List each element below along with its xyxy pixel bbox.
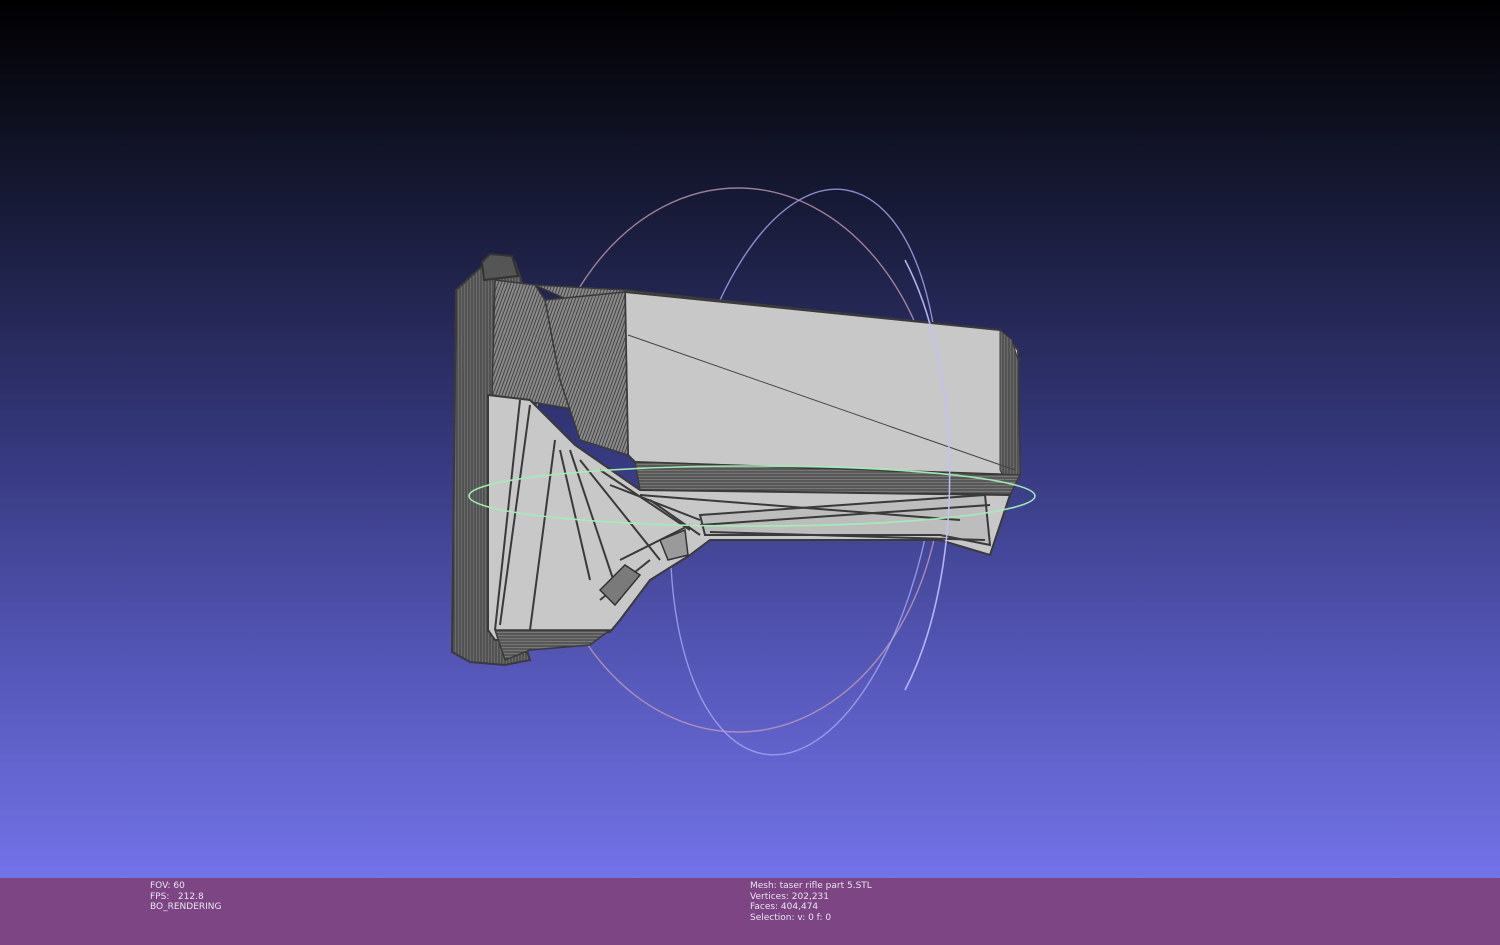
render-info: FOV: 60 FPS: 212.8 BO_RENDERING — [150, 881, 222, 913]
mesh-info: Mesh: taser rifle part 5.STL Vertices: 2… — [750, 881, 872, 923]
render-mode-readout: BO_RENDERING — [150, 902, 222, 912]
mesh-scene[interactable] — [0, 0, 1500, 878]
fps-readout: FPS: 212.8 — [150, 891, 204, 902]
mesh-model — [450, 252, 1022, 667]
vertices-readout: Vertices: 202,231 — [750, 891, 830, 902]
3d-viewport[interactable] — [0, 0, 1500, 878]
mesh-name-readout: Mesh: taser rifle part 5.STL — [750, 881, 872, 891]
faces-readout: Faces: 404,474 — [750, 902, 819, 912]
fov-readout: FOV: 60 — [150, 881, 185, 891]
selection-readout: Selection: v: 0 f: 0 — [750, 912, 832, 923]
status-bar: FOV: 60 FPS: 212.8 BO_RENDERING Mesh: ta… — [0, 878, 1500, 945]
